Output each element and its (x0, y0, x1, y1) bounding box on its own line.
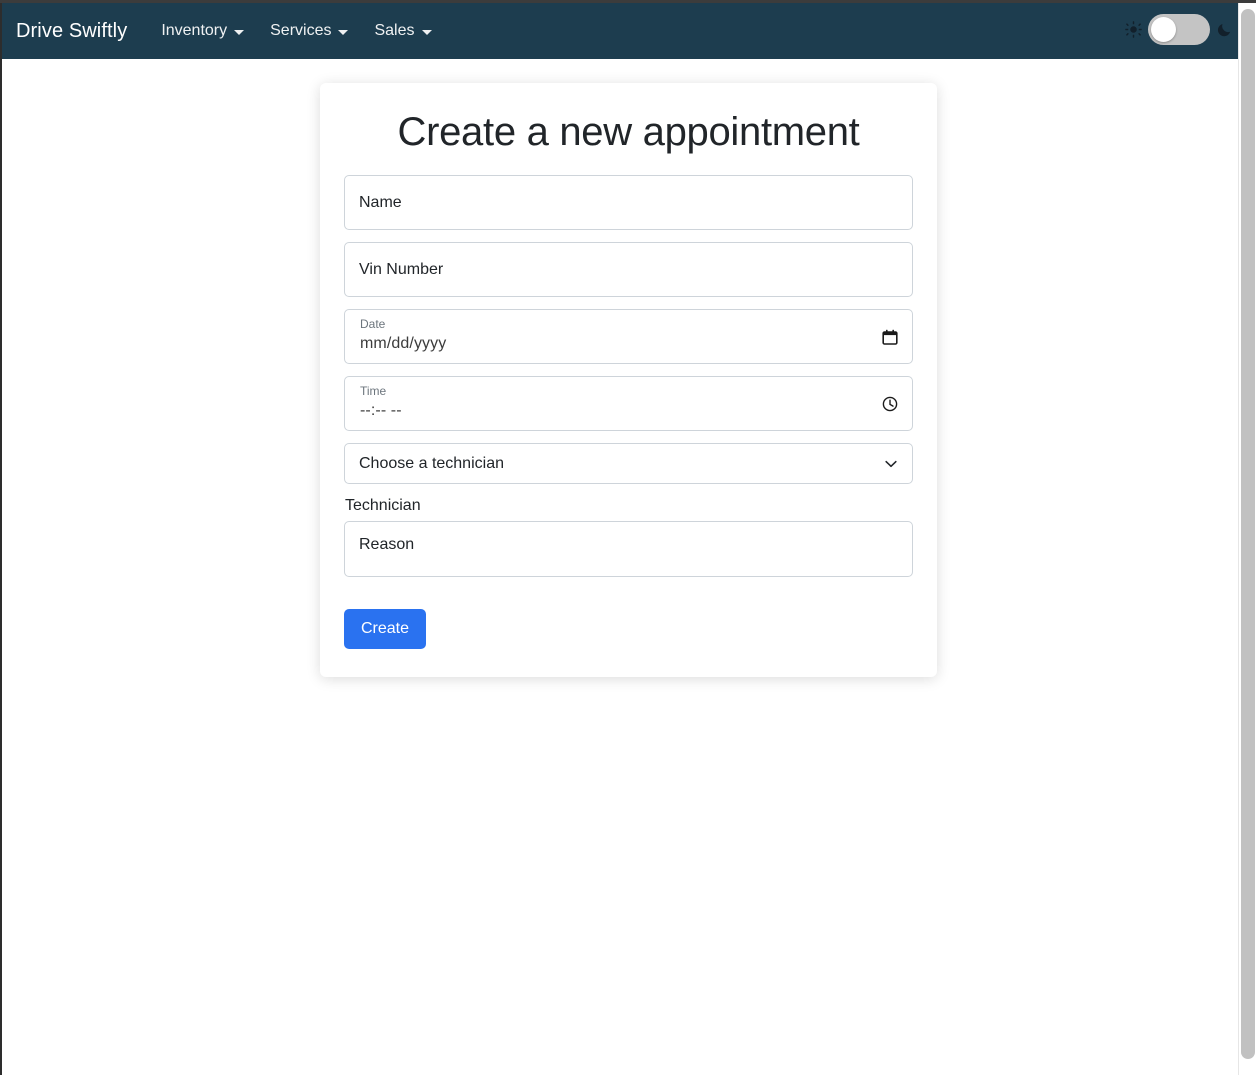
nav-item-inventory-label: Inventory (161, 22, 228, 39)
reason-textarea[interactable]: Reason (344, 521, 913, 578)
name-input[interactable]: Name (344, 175, 913, 230)
technician-select[interactable]: Choose a technician (344, 443, 913, 484)
vin-number-input[interactable]: Vin Number (344, 242, 913, 297)
nav-item-services[interactable]: Services (258, 16, 362, 46)
time-input-label: Time (360, 384, 387, 398)
clock-icon[interactable] (882, 396, 898, 412)
field-time: Time --:-- -- (344, 376, 913, 431)
time-input[interactable]: Time --:-- -- (344, 376, 913, 431)
toggle-knob (1151, 17, 1176, 42)
brand-logo[interactable]: Drive Swiftly (16, 20, 127, 43)
scrollbar-thumb[interactable] (1241, 9, 1255, 1059)
date-input-value: mm/dd/yyyy (360, 335, 447, 352)
field-name: Name (344, 175, 913, 230)
technician-select-value: Choose a technician (359, 454, 504, 472)
caret-down-icon (421, 29, 432, 35)
nav-item-inventory[interactable]: Inventory (149, 16, 258, 46)
dark-mode-toggle[interactable] (1148, 14, 1210, 45)
field-reason: Reason (344, 521, 913, 578)
theme-toggle-group (1125, 14, 1233, 45)
caret-down-icon (234, 29, 245, 35)
date-input[interactable]: Date mm/dd/yyyy (344, 309, 913, 364)
nav-item-services-label: Services (270, 22, 332, 39)
page-title: Create a new appointment (397, 110, 860, 154)
chevron-down-icon (885, 460, 897, 467)
calendar-icon[interactable] (882, 329, 898, 345)
field-date: Date mm/dd/yyyy (344, 309, 913, 364)
main-navbar: Drive Swiftly Inventory Services Sales (2, 3, 1241, 59)
reason-textarea-placeholder: Reason (359, 536, 415, 554)
browser-viewport: Drive Swiftly Inventory Services Sales C… (0, 0, 1256, 1075)
field-vin: Vin Number (344, 242, 913, 297)
nav-item-sales-label: Sales (374, 22, 415, 39)
field-technician-select: Choose a technician (344, 443, 913, 484)
appointment-form-card: Create a new appointment Name Vin Number… (320, 83, 937, 677)
date-input-label: Date (360, 317, 386, 331)
nav-item-sales[interactable]: Sales (362, 16, 445, 46)
create-button[interactable]: Create (344, 609, 427, 649)
technician-label: Technician (345, 497, 421, 514)
vertical-scrollbar[interactable] (1238, 3, 1256, 1075)
time-input-value: --:-- -- (360, 402, 402, 419)
navbar-links: Inventory Services Sales (149, 16, 445, 46)
vin-number-input-placeholder: Vin Number (359, 260, 444, 278)
moon-icon (1217, 23, 1231, 37)
name-input-placeholder: Name (359, 193, 402, 211)
sun-icon (1125, 21, 1142, 38)
caret-down-icon (338, 29, 349, 35)
page-content: Drive Swiftly Inventory Services Sales C… (2, 3, 1241, 1075)
